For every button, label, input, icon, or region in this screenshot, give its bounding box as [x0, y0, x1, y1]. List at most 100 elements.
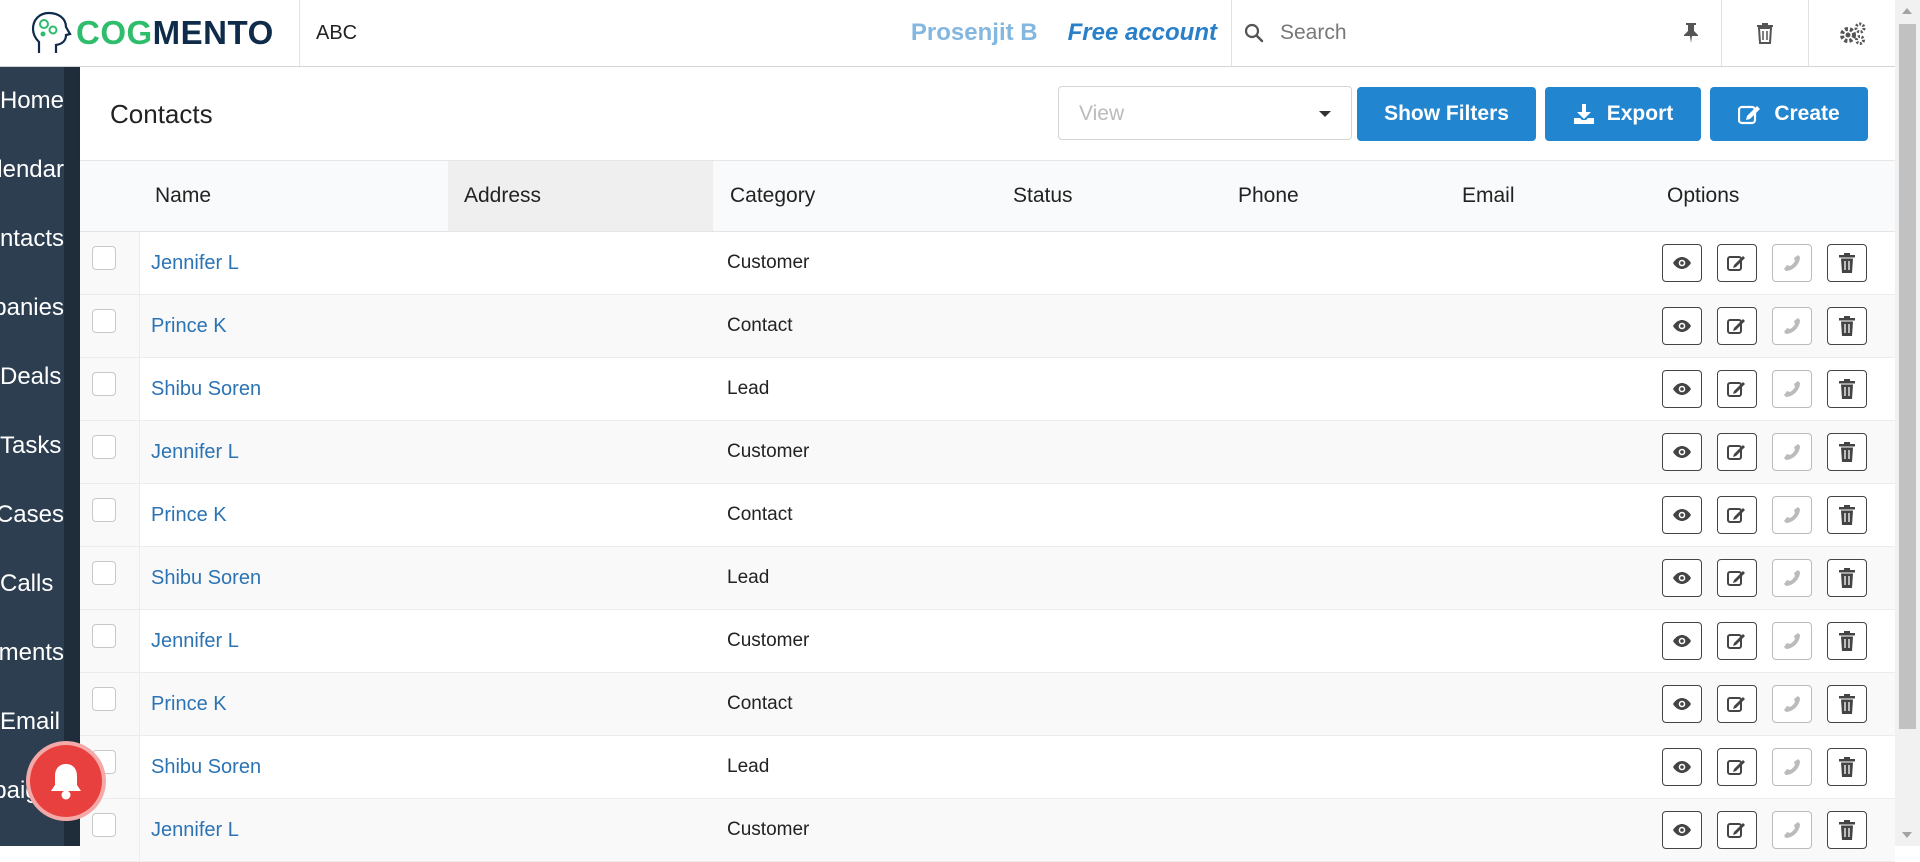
top-bar: COGMENTO ABC Prosenjit B Free account: [0, 0, 1895, 67]
edit-button[interactable]: [1717, 307, 1757, 345]
contact-name-link[interactable]: Jennifer L: [151, 630, 239, 653]
scroll-up-arrow[interactable]: [1902, 8, 1912, 14]
row-checkbox[interactable]: [92, 498, 116, 522]
sidebar-item-calendar[interactable]: Calendar: [0, 156, 64, 186]
brand-cog-text: COG: [76, 14, 153, 51]
view-dropdown[interactable]: View: [1058, 86, 1352, 140]
row-checkbox[interactable]: [92, 813, 116, 837]
sidebar-item-deals[interactable]: Deals: [0, 363, 64, 393]
edit-button[interactable]: [1717, 433, 1757, 471]
column-header-category[interactable]: Category: [730, 161, 815, 231]
edit-button[interactable]: [1717, 622, 1757, 660]
call-button[interactable]: [1772, 622, 1812, 660]
sidebar-item-tasks[interactable]: Tasks: [0, 432, 64, 462]
page-scrollbar[interactable]: [1895, 0, 1920, 846]
view-button[interactable]: [1662, 622, 1702, 660]
delete-button[interactable]: [1827, 307, 1867, 345]
contact-name-link[interactable]: Jennifer L: [151, 252, 239, 275]
call-button[interactable]: [1772, 370, 1812, 408]
contact-name-link[interactable]: Jennifer L: [151, 441, 239, 464]
edit-button[interactable]: [1717, 748, 1757, 786]
delete-button[interactable]: [1827, 622, 1867, 660]
row-checkbox[interactable]: [92, 372, 116, 396]
view-button[interactable]: [1662, 307, 1702, 345]
column-header-phone[interactable]: Phone: [1238, 161, 1299, 231]
edit-button[interactable]: [1717, 496, 1757, 534]
column-header-status[interactable]: Status: [1013, 161, 1073, 231]
delete-button[interactable]: [1827, 370, 1867, 408]
edit-button[interactable]: [1717, 685, 1757, 723]
row-checkbox[interactable]: [92, 624, 116, 648]
view-button[interactable]: [1662, 433, 1702, 471]
contact-name-link[interactable]: Prince K: [151, 693, 227, 716]
trash-button[interactable]: [1721, 0, 1808, 66]
sidebar-item-calls[interactable]: Calls: [0, 570, 64, 600]
phone-icon: [1783, 254, 1801, 272]
export-button[interactable]: Export: [1545, 87, 1701, 141]
column-header-email[interactable]: Email: [1462, 161, 1515, 231]
contact-name-link[interactable]: Prince K: [151, 315, 227, 338]
contact-name-link[interactable]: Shibu Soren: [151, 756, 261, 779]
account-type[interactable]: Free account: [1068, 0, 1231, 66]
edit-button[interactable]: [1717, 559, 1757, 597]
settings-button[interactable]: [1808, 0, 1895, 66]
delete-button[interactable]: [1827, 811, 1867, 849]
brand-logo[interactable]: COGMENTO: [0, 0, 300, 66]
delete-button[interactable]: [1827, 244, 1867, 282]
call-button[interactable]: [1772, 559, 1812, 597]
trash-icon: [1839, 379, 1855, 399]
table-row: Jennifer L Customer: [80, 421, 1895, 484]
scroll-down-arrow[interactable]: [1902, 832, 1912, 838]
trash-icon: [1839, 253, 1855, 273]
search-input[interactable]: [1278, 20, 1612, 46]
row-checkbox[interactable]: [92, 435, 116, 459]
trash-icon: [1839, 757, 1855, 777]
contact-name-link[interactable]: Jennifer L: [151, 819, 239, 842]
call-button[interactable]: [1772, 811, 1812, 849]
sidebar-item-companies[interactable]: Companies: [0, 294, 64, 324]
sidebar-item-documents[interactable]: Documents: [0, 639, 64, 669]
view-button[interactable]: [1662, 244, 1702, 282]
call-button[interactable]: [1772, 307, 1812, 345]
show-filters-button[interactable]: Show Filters: [1357, 87, 1536, 141]
call-button[interactable]: [1772, 244, 1812, 282]
pin-button[interactable]: [1661, 0, 1721, 66]
row-checkbox[interactable]: [92, 687, 116, 711]
row-checkbox[interactable]: [92, 309, 116, 333]
column-header-address[interactable]: Address: [448, 161, 713, 231]
delete-button[interactable]: [1827, 433, 1867, 471]
call-button[interactable]: [1772, 496, 1812, 534]
sidebar-item-email[interactable]: Email: [0, 708, 64, 738]
delete-button[interactable]: [1827, 496, 1867, 534]
contact-name-link[interactable]: Shibu Soren: [151, 567, 261, 590]
view-button[interactable]: [1662, 370, 1702, 408]
scrollbar-thumb[interactable]: [1899, 24, 1916, 729]
notification-bell-button[interactable]: [30, 745, 102, 817]
call-button[interactable]: [1772, 748, 1812, 786]
edit-button[interactable]: [1717, 370, 1757, 408]
call-button[interactable]: [1772, 685, 1812, 723]
delete-button[interactable]: [1827, 559, 1867, 597]
contact-name-link[interactable]: Prince K: [151, 504, 227, 527]
view-button[interactable]: [1662, 748, 1702, 786]
view-button[interactable]: [1662, 559, 1702, 597]
sidebar-item-home[interactable]: Home: [0, 87, 64, 117]
sidebar-item-contacts[interactable]: Contacts: [0, 225, 64, 255]
call-button[interactable]: [1772, 433, 1812, 471]
row-checkbox[interactable]: [92, 561, 116, 585]
contact-name-link[interactable]: Shibu Soren: [151, 378, 261, 401]
view-button[interactable]: [1662, 685, 1702, 723]
row-checkbox[interactable]: [92, 246, 116, 270]
eye-icon: [1672, 382, 1692, 396]
contacts-table: Name Address Category Status Phone Email…: [80, 161, 1895, 862]
view-button[interactable]: [1662, 811, 1702, 849]
edit-icon: [1727, 632, 1747, 650]
edit-button[interactable]: [1717, 811, 1757, 849]
create-button[interactable]: Create: [1710, 87, 1868, 141]
view-button[interactable]: [1662, 496, 1702, 534]
delete-button[interactable]: [1827, 748, 1867, 786]
sidebar-item-cases[interactable]: Cases: [0, 501, 64, 531]
user-name[interactable]: Prosenjit B: [911, 0, 1068, 66]
edit-button[interactable]: [1717, 244, 1757, 282]
delete-button[interactable]: [1827, 685, 1867, 723]
